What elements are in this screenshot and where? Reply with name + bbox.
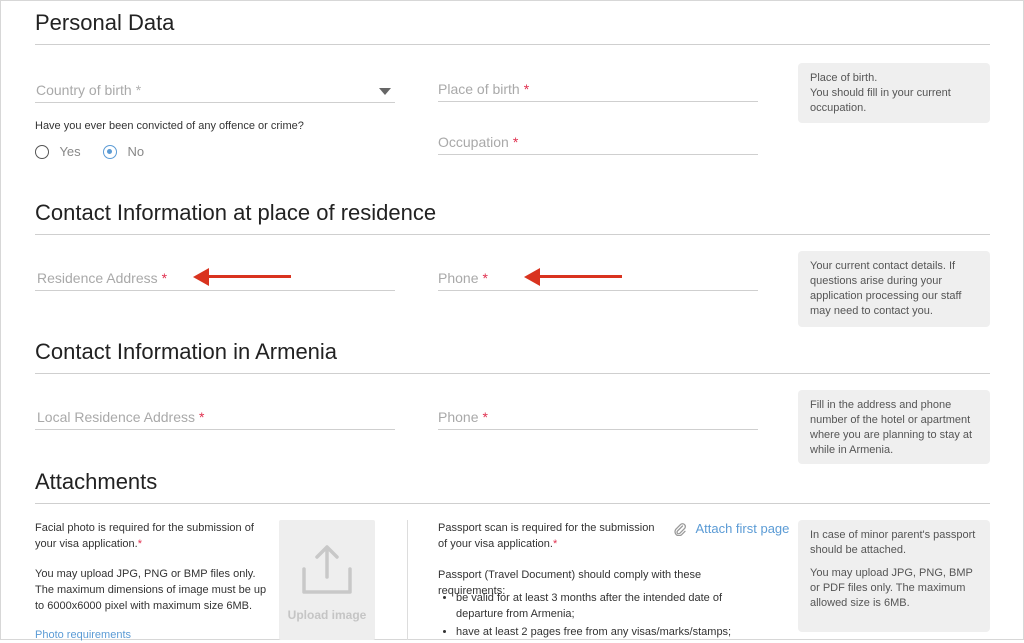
- required-mark: *: [161, 270, 168, 286]
- photo-required-label: Facial photo is required for the submiss…: [35, 522, 254, 550]
- hint-text: Your current contact details. If questio…: [810, 260, 962, 317]
- local-address-input[interactable]: Local Residence Address *: [37, 409, 395, 429]
- passport-required-label: Passport scan is required for the submis…: [438, 522, 655, 550]
- field-underline: [438, 101, 758, 102]
- section-title-personal: Personal Data: [35, 10, 175, 35]
- country-of-birth-select[interactable]: Country of birth *: [35, 82, 395, 102]
- section-title-attachments: Attachments: [35, 469, 158, 494]
- section-divider: [35, 44, 990, 45]
- column-divider: [407, 520, 408, 640]
- residence-address-label: Residence Address: [37, 270, 158, 286]
- photo-formats-text: You may upload JPG, PNG or BMP files onl…: [35, 568, 267, 612]
- upload-image-label: Upload image: [287, 608, 367, 622]
- section-divider: [35, 503, 990, 504]
- residence-phone-label: Phone: [438, 270, 479, 286]
- passport-requirements-list: be valid for at least 3 months after the…: [438, 590, 770, 640]
- list-item: be valid for at least 3 months after the…: [456, 590, 770, 622]
- photo-required-text: Facial photo is required for the submiss…: [35, 520, 270, 552]
- section-title-armenia: Contact Information in Armenia: [35, 339, 338, 364]
- hint-personal: Place of birth. You should fill in your …: [798, 63, 990, 123]
- hint-text: You should fill in your current occupati…: [810, 87, 951, 114]
- country-of-birth-label: Country of birth: [36, 82, 132, 98]
- required-mark: *: [482, 409, 488, 425]
- section-divider: [35, 234, 990, 235]
- list-item: have at least 2 pages free from any visa…: [456, 624, 770, 640]
- radio-no[interactable]: No: [103, 143, 144, 161]
- hint-text: Fill in the address and phone number of …: [810, 399, 973, 456]
- paperclip-icon: [674, 522, 686, 537]
- upload-icon: [302, 545, 352, 594]
- radio-no-control[interactable]: [103, 144, 117, 159]
- section-title-residence: Contact Information at place of residenc…: [35, 200, 437, 225]
- photo-requirements-link[interactable]: Photo requirements: [35, 627, 131, 643]
- armenia-phone-label: Phone: [438, 409, 479, 425]
- hint-residence: Your current contact details. If questio…: [798, 251, 990, 327]
- radio-yes-control[interactable]: [35, 144, 49, 159]
- upload-image-button[interactable]: Upload image: [279, 520, 375, 640]
- required-mark: *: [552, 538, 558, 550]
- place-of-birth-input[interactable]: Place of birth *: [438, 81, 758, 101]
- section-divider: [35, 373, 990, 374]
- field-underline: [438, 154, 758, 155]
- annotation-arrow: [193, 268, 291, 286]
- field-underline: [35, 102, 395, 103]
- required-mark: *: [199, 409, 205, 425]
- hint-text: You may upload JPG, PNG, BMP or PDF file…: [810, 567, 973, 609]
- hint-attachments: In case of minor parent's passport shoul…: [798, 520, 990, 632]
- required-mark: *: [135, 82, 142, 98]
- hint-text: In case of minor parent's passport shoul…: [810, 529, 976, 556]
- field-underline: [438, 429, 758, 430]
- attach-first-page-button[interactable]: Attach first page: [673, 520, 789, 538]
- radio-yes[interactable]: Yes: [35, 143, 81, 161]
- passport-required-text: Passport scan is required for the submis…: [438, 520, 666, 552]
- occupation-input[interactable]: Occupation *: [438, 134, 758, 154]
- occupation-label: Occupation: [438, 134, 509, 150]
- required-mark: *: [482, 270, 488, 286]
- place-of-birth-label: Place of birth: [438, 81, 520, 97]
- local-address-label: Local Residence Address: [37, 409, 195, 425]
- required-mark: *: [523, 81, 530, 97]
- field-underline: [35, 290, 395, 291]
- field-underline: [35, 429, 395, 430]
- hint-armenia: Fill in the address and phone number of …: [798, 390, 990, 464]
- radio-yes-label: Yes: [59, 144, 81, 160]
- radio-no-label: No: [127, 144, 145, 160]
- required-mark: *: [512, 134, 519, 150]
- armenia-phone-input[interactable]: Phone *: [438, 409, 758, 429]
- hint-text: Place of birth.: [810, 72, 878, 84]
- field-underline: [438, 290, 758, 291]
- required-mark: *: [137, 538, 143, 550]
- chevron-down-icon: [379, 88, 391, 95]
- convicted-question: Have you ever been convicted of any offe…: [35, 120, 304, 132]
- attach-first-page-label: Attach first page: [695, 521, 790, 537]
- annotation-arrow: [524, 268, 622, 286]
